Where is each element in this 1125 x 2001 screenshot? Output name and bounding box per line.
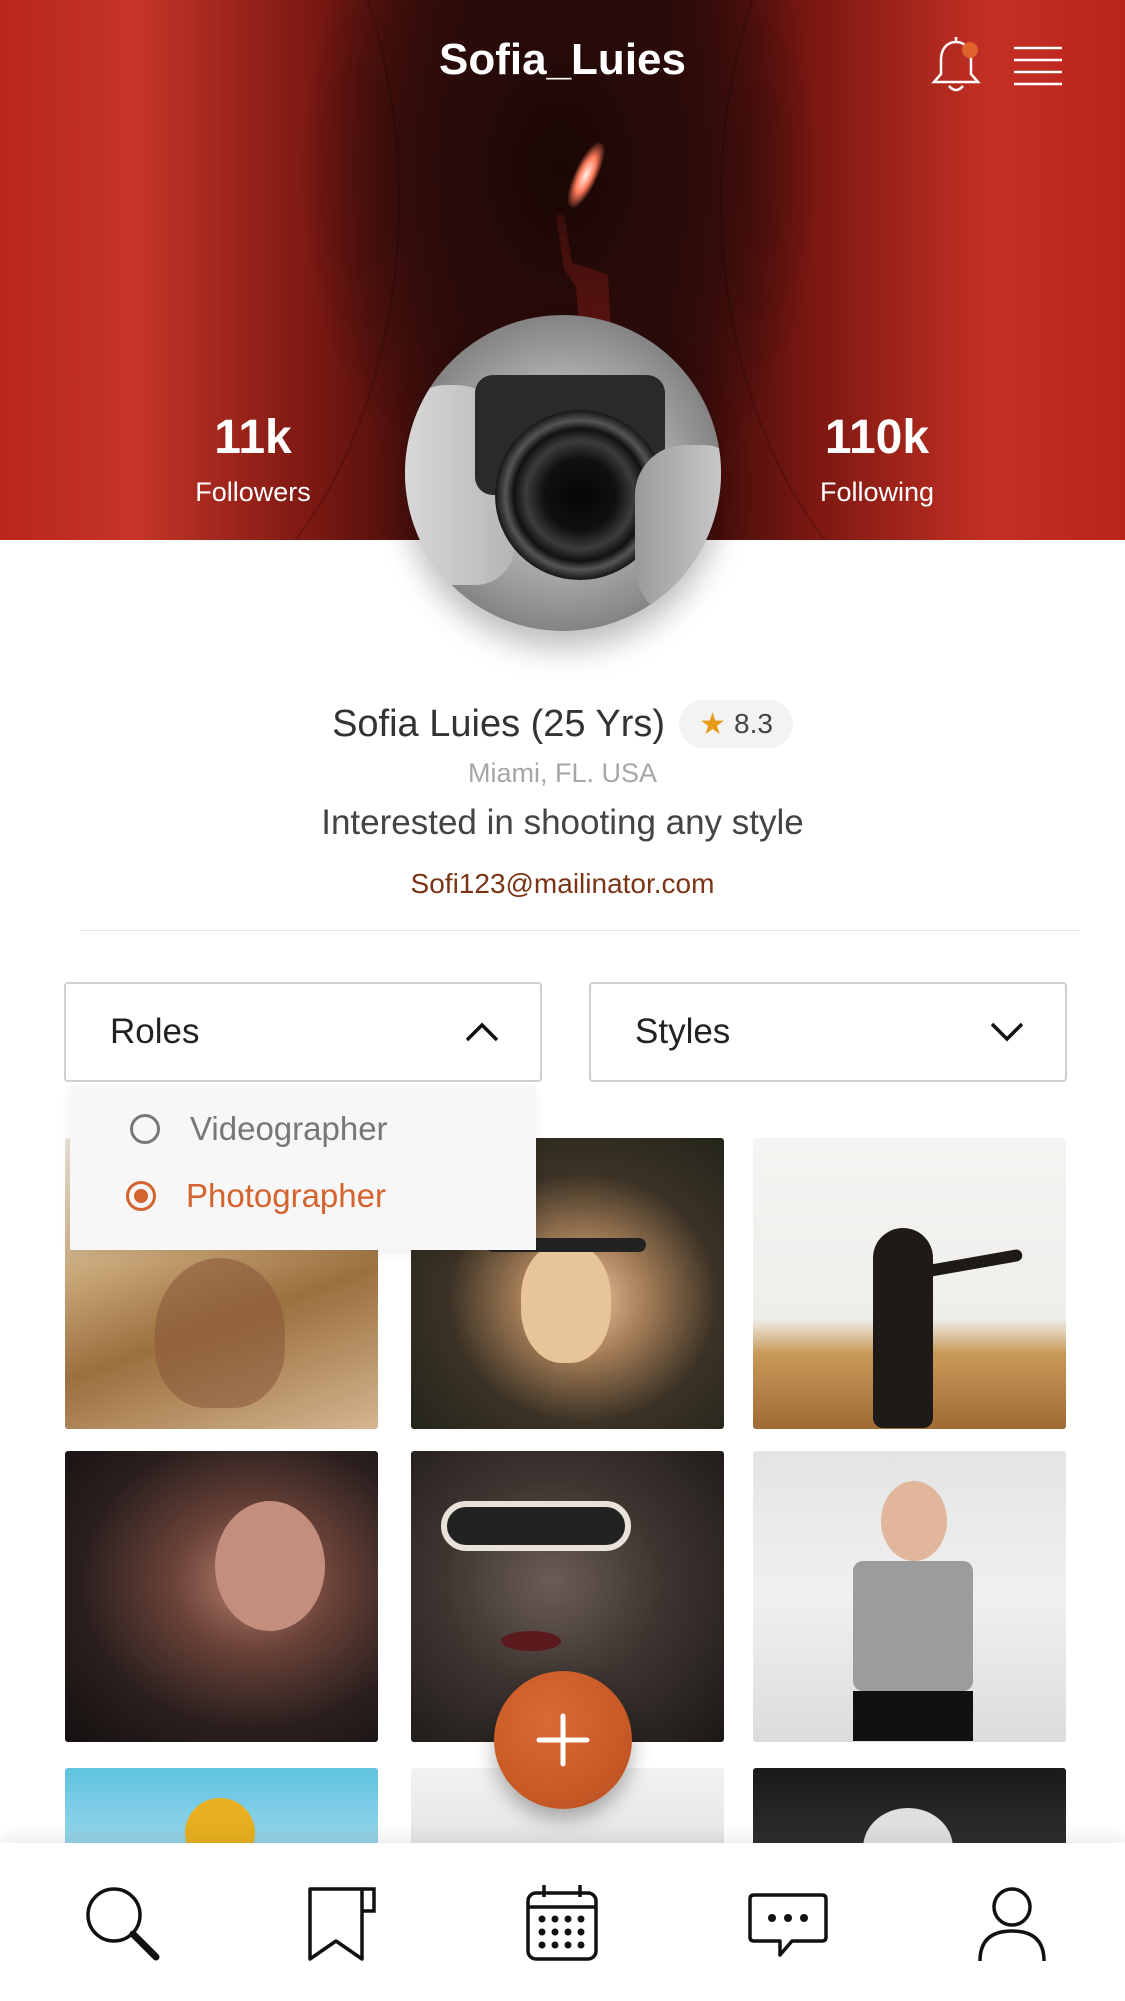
profile-icon bbox=[978, 1887, 1046, 1962]
add-button[interactable] bbox=[494, 1671, 632, 1809]
chevron-up-icon bbox=[465, 1022, 499, 1042]
notifications-button[interactable] bbox=[928, 36, 984, 96]
photo-subject bbox=[873, 1228, 933, 1428]
chevron-down-icon bbox=[990, 1022, 1024, 1042]
following-count: 110k bbox=[824, 411, 930, 464]
chat-icon bbox=[748, 1893, 828, 1957]
photo-shorts bbox=[853, 1691, 973, 1741]
radio-unchecked[interactable] bbox=[130, 1114, 160, 1144]
photo-lips bbox=[501, 1631, 561, 1651]
role-option-photographer[interactable]: Photographer bbox=[126, 1177, 386, 1215]
calendar-icon bbox=[526, 1885, 598, 1961]
photo-subject bbox=[521, 1243, 611, 1363]
photo-subject bbox=[881, 1481, 947, 1561]
role-option-label: Videographer bbox=[190, 1110, 388, 1147]
radio-checked[interactable] bbox=[126, 1181, 156, 1211]
divider bbox=[80, 930, 1080, 931]
nav-search[interactable] bbox=[80, 1881, 164, 1965]
role-option-label: Photographer bbox=[186, 1177, 386, 1214]
styles-dropdown-label: Styles bbox=[635, 1012, 731, 1051]
gallery-photo[interactable] bbox=[753, 1451, 1066, 1742]
profile-name-row: Sofia Luies (25 Yrs) ★ 8.3 bbox=[0, 700, 1125, 748]
followers-count: 11k bbox=[214, 411, 292, 464]
gallery-photo[interactable] bbox=[65, 1451, 378, 1742]
roles-dropdown-label: Roles bbox=[110, 1012, 200, 1051]
bookmark-icon bbox=[308, 1887, 376, 1961]
menu-button[interactable] bbox=[1012, 45, 1064, 87]
avatar-hand bbox=[635, 445, 721, 625]
roles-dropdown[interactable]: Roles bbox=[64, 982, 542, 1082]
profile-location: Miami, FL. USA bbox=[467, 758, 658, 788]
search-icon bbox=[86, 1887, 160, 1961]
rating-badge: ★ 8.3 bbox=[679, 700, 793, 748]
profile-name: Sofia Luies (25 Yrs) bbox=[332, 702, 666, 745]
followers-stat[interactable]: 11k Followers bbox=[133, 410, 373, 508]
profile-email[interactable]: Sofi123@mailinator.com bbox=[0, 868, 1125, 900]
bottom-navigation bbox=[0, 1843, 1125, 2001]
bell-icon bbox=[931, 37, 981, 92]
avatar[interactable] bbox=[405, 315, 721, 631]
role-option-videographer[interactable]: Videographer bbox=[130, 1110, 388, 1148]
photo-shirt bbox=[853, 1561, 973, 1691]
following-stat[interactable]: 110k Following bbox=[757, 410, 997, 508]
photo-subject bbox=[155, 1258, 285, 1408]
rating-value: 8.3 bbox=[734, 708, 773, 739]
photo-sunglasses bbox=[441, 1501, 631, 1551]
plus-icon bbox=[536, 1713, 590, 1767]
nav-calendar[interactable] bbox=[520, 1881, 604, 1965]
nav-bookmarks[interactable] bbox=[300, 1881, 384, 1965]
following-label: Following bbox=[819, 477, 935, 507]
nav-messages[interactable] bbox=[746, 1881, 830, 1965]
notification-dot bbox=[962, 42, 978, 58]
menu-icon bbox=[1014, 46, 1062, 86]
photo-subject bbox=[215, 1501, 325, 1631]
nav-profile[interactable] bbox=[970, 1881, 1054, 1965]
star-icon: ★ bbox=[699, 707, 726, 741]
styles-dropdown[interactable]: Styles bbox=[589, 982, 1067, 1082]
profile-bio: Interested in shooting any style bbox=[321, 803, 804, 842]
gallery-photo[interactable] bbox=[753, 1138, 1066, 1429]
followers-label: Followers bbox=[195, 477, 311, 507]
roles-options-menu: Videographer Photographer bbox=[70, 1085, 536, 1250]
flare-glow bbox=[561, 138, 611, 212]
